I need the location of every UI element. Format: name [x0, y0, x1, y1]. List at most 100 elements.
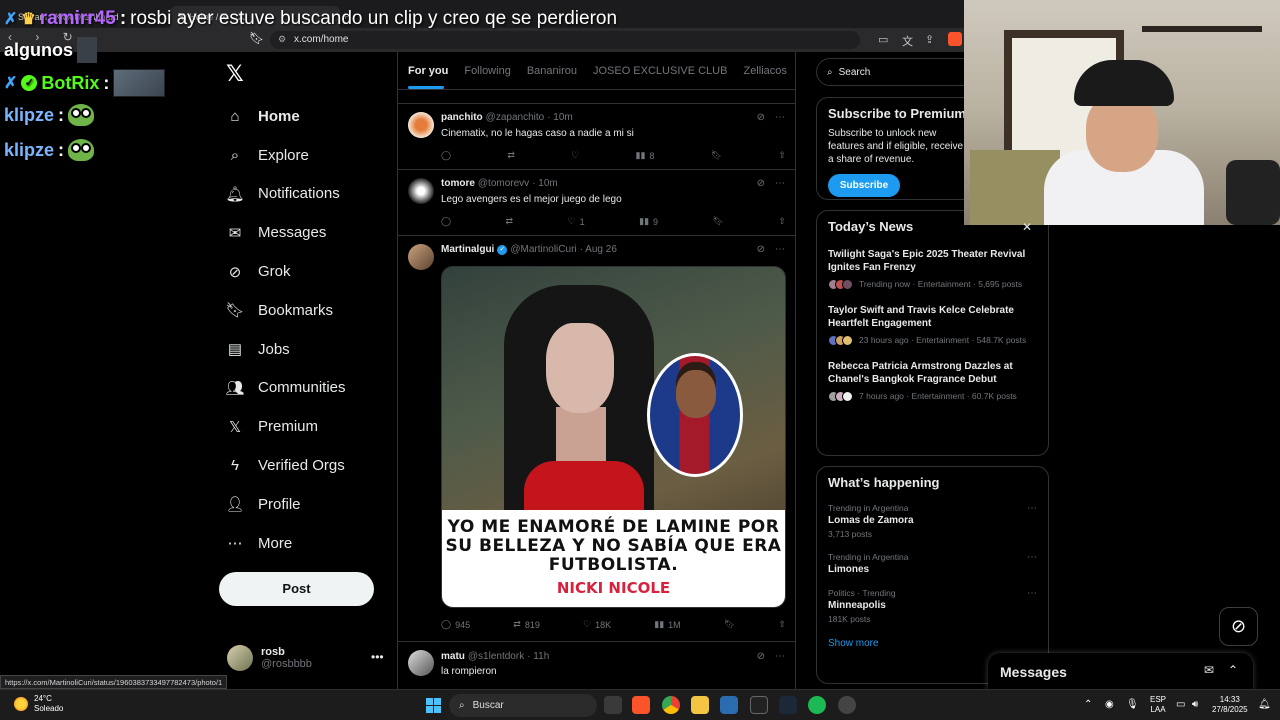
like-icon[interactable]: ♡ [571, 150, 579, 161]
spotify-icon[interactable] [808, 696, 826, 714]
nav-jobs[interactable]: ▤ Jobs [226, 330, 346, 369]
grok-explain-icon[interactable]: ⊘ [757, 178, 765, 189]
account-switcher[interactable]: rosb @rosbbbb [227, 645, 312, 671]
reply-icon[interactable]: ◯ 945 [441, 619, 470, 630]
nav-premium[interactable]: 𝕏 Premium [226, 407, 346, 446]
nav-messages[interactable]: ✉ Messages [226, 213, 346, 252]
grok-explain-icon[interactable]: ⊘ [757, 112, 765, 123]
news-item[interactable]: Rebecca Patricia Armstrong Dazzles at Ch… [828, 360, 1037, 402]
trend-item[interactable]: Trending in Argentina Lomas de Zamora 3,… [828, 503, 1037, 539]
tweet-author-handle[interactable]: @MartinoliCuri [510, 244, 576, 255]
tweet-timestamp[interactable]: · 11h [527, 651, 549, 662]
microphone-icon[interactable]: 🎙︎ [1126, 699, 1139, 710]
tweet[interactable]: Martinalgui ✓ @MartinoliCuri · Aug 26 ⊘ ⋯… [398, 236, 795, 642]
tab-for-you[interactable]: For you [408, 65, 448, 77]
trend-item[interactable]: Politics · Trending Minneapolis 181K pos… [828, 588, 1037, 624]
repost-icon[interactable]: ⇄ [506, 216, 514, 227]
volume-icon[interactable]: 🔊︎ [1192, 699, 1198, 710]
show-hidden-icons-icon[interactable]: ⌃ [1084, 699, 1092, 710]
expand-icon[interactable]: ⌃ [1228, 663, 1238, 677]
tweet-author-name[interactable]: tomore [441, 178, 475, 189]
store-icon[interactable] [720, 696, 738, 714]
share-icon[interactable]: ⇪ [925, 33, 934, 46]
more-icon[interactable]: ⋯ [775, 244, 785, 255]
reply-icon[interactable]: ◯ [441, 150, 451, 161]
subscribe-button[interactable]: Subscribe [828, 174, 900, 197]
news-item[interactable]: Taylor Swift and Travis Kelce Celebrate … [828, 304, 1037, 346]
more-icon[interactable]: ⋯ [1027, 552, 1037, 563]
language-indicator[interactable]: ESP LAA [1150, 695, 1166, 715]
news-item[interactable]: Twilight Saga's Epic 2025 Theater Reviva… [828, 248, 1037, 290]
show-more-link[interactable]: Show more [828, 638, 1037, 649]
taskbar-search[interactable]: ⌕ Buscar [449, 694, 597, 717]
chrome-icon[interactable] [662, 696, 680, 714]
network-icon[interactable]: ▭ [1176, 699, 1185, 710]
more-icon[interactable]: ⋯ [775, 651, 785, 662]
clock[interactable]: 14:33 27/8/2025 [1212, 695, 1248, 715]
close-icon[interactable]: ✕ [1022, 220, 1032, 234]
messages-drawer[interactable]: Messages ✉ ⌃ [988, 653, 1253, 691]
views-icon[interactable]: ▮▮ 9 [639, 216, 658, 227]
nav-communities[interactable]: 👥︎ Communities [225, 369, 345, 408]
tab-zelliacos[interactable]: Zelliacos [743, 65, 786, 77]
tweet[interactable]: matu @s1lentdork · 11h ⊘ ⋯ la rompieron [398, 642, 795, 692]
nav-explore[interactable]: ⌕ Explore [226, 136, 346, 175]
more-icon[interactable]: ⋯ [1027, 588, 1037, 599]
windows-start-icon[interactable] [426, 698, 441, 713]
task-view-icon[interactable] [604, 696, 622, 714]
nav-more[interactable]: ⋯ More [226, 524, 346, 563]
tweet-author-handle[interactable]: @zapanchito [486, 112, 545, 123]
avatar[interactable] [408, 244, 434, 270]
tweet-timestamp[interactable]: · 10m [547, 112, 573, 123]
tweet[interactable]: tomore @tomorevv · 10m ⊘ ⋯ Lego avengers … [398, 170, 795, 236]
repost-icon[interactable]: ⇄ 819 [513, 619, 540, 630]
nav-bookmarks[interactable]: 🔖︎ Bookmarks [225, 291, 346, 330]
new-message-icon[interactable]: ✉ [1204, 663, 1214, 677]
grok-explain-icon[interactable]: ⊘ [757, 651, 765, 662]
nav-home[interactable]: ⌂ Home [226, 97, 346, 136]
like-icon[interactable]: ♡ 18K [583, 619, 611, 630]
tweet-timestamp[interactable]: · 10m [532, 178, 558, 189]
tweet-author-name[interactable]: panchito [441, 112, 483, 123]
tweet-author-handle[interactable]: @tomorevv [478, 178, 529, 189]
more-icon[interactable]: ⋯ [1027, 503, 1037, 514]
like-icon[interactable]: ♡ 1 [568, 216, 585, 227]
tweet-image[interactable]: YO ME ENAMORÉ DE LAMINE POR SU BELLEZA Y… [441, 266, 786, 608]
bookmark-icon[interactable]: 🔖︎ [724, 619, 735, 630]
tweet-timestamp[interactable]: · Aug 26 [580, 244, 617, 255]
weather-widget[interactable]: 24°C Soleado [14, 694, 63, 714]
tweet-author-handle[interactable]: @s1lentdork [468, 651, 524, 662]
share-icon[interactable]: ⇧ [778, 150, 786, 161]
account-more-icon[interactable]: ••• [371, 650, 384, 664]
translate-icon[interactable]: 文 [902, 33, 913, 49]
share-icon[interactable]: ⇧ [778, 216, 786, 227]
avatar[interactable] [408, 112, 434, 138]
bookmark-icon[interactable]: 🔖︎ [713, 216, 724, 227]
file-explorer-icon[interactable] [691, 696, 709, 714]
bookmark-page-icon[interactable]: 🔖︎ [249, 31, 264, 45]
search-input[interactable]: ⌕ Search [816, 58, 976, 86]
x-logo-icon[interactable]: 𝕏 [226, 62, 244, 87]
tab-joseo-exclusive-club[interactable]: JOSEO EXCLUSIVE CLUB [593, 65, 728, 77]
avatar[interactable] [408, 650, 434, 676]
views-icon[interactable]: ▮▮ 1M [654, 619, 680, 630]
nav-grok[interactable]: ⊘ Grok [226, 252, 346, 291]
tab-bananirou[interactable]: Bananirou [527, 65, 577, 77]
tab-following[interactable]: Following [464, 65, 510, 77]
brave-browser-icon[interactable] [632, 696, 650, 714]
grok-fab-icon[interactable]: ⊘ [1219, 607, 1258, 646]
obs-icon[interactable] [838, 696, 856, 714]
epic-games-icon[interactable] [750, 696, 768, 714]
grok-explain-icon[interactable]: ⊘ [757, 244, 765, 255]
tweet[interactable]: panchito @zapanchito · 10m ⊘ ⋯ Cinematix,… [398, 104, 795, 170]
notifications-icon[interactable]: 🔔︎ [1258, 699, 1271, 710]
share-icon[interactable]: ⇧ [778, 619, 786, 630]
tweet-author-name[interactable]: matu [441, 651, 465, 662]
post-button[interactable]: Post [219, 572, 374, 606]
reply-icon[interactable]: ◯ [441, 216, 451, 227]
nav-profile[interactable]: 👤︎ Profile [225, 485, 346, 524]
site-settings-icon[interactable]: ⚙ [278, 34, 286, 45]
brave-shield-icon[interactable] [948, 32, 962, 46]
views-icon[interactable]: ▮▮ 8 [636, 150, 655, 161]
more-icon[interactable]: ⋯ [775, 178, 785, 189]
